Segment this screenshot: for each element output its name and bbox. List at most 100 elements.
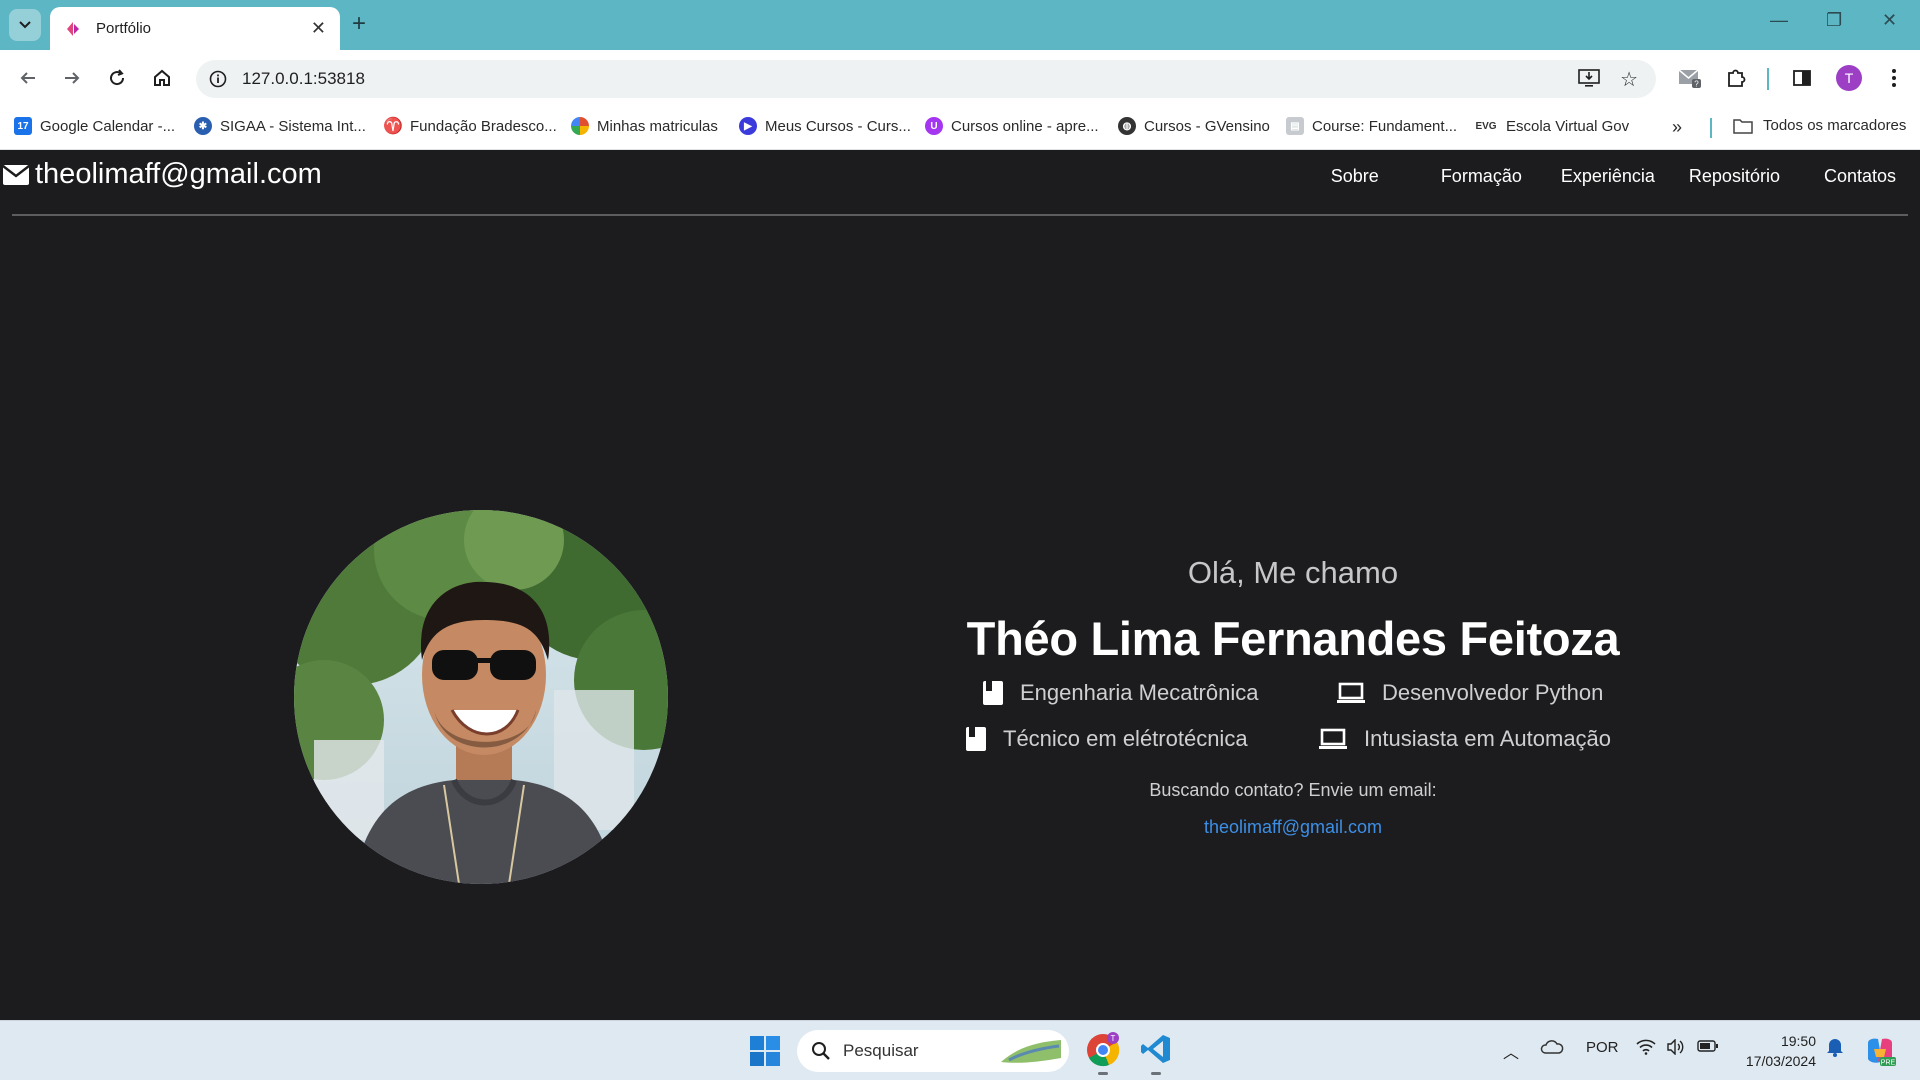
bookmark-meus-cursos[interactable]: ▶ Meus Cursos - Curs...: [739, 117, 911, 135]
bookmark-star-icon[interactable]: ☆: [1620, 67, 1638, 92]
nav-repositorio[interactable]: Repositório: [1689, 166, 1780, 187]
bradesco-icon: ♈: [383, 118, 403, 135]
clock-time: 19:50: [1780, 1033, 1816, 1049]
home-icon[interactable]: [148, 64, 176, 92]
tab-title: Portfólio: [96, 20, 152, 37]
course-icon: ▤: [1286, 117, 1304, 135]
brand-email[interactable]: theolimaff@gmail.com: [2, 158, 322, 191]
bookmark-label: Fundação Bradesco...: [410, 117, 557, 135]
bookmark-sigaa[interactable]: ✱ SIGAA - Sistema Int...: [194, 117, 366, 135]
mail-icon: [2, 164, 30, 185]
profile-photo: [294, 510, 668, 884]
bookmarks-divider: [1710, 118, 1712, 138]
windows-taskbar: Pesquisar T ︿ POR 19:50 17/03/2024 PRE: [0, 1020, 1920, 1080]
onedrive-icon[interactable]: [1540, 1039, 1564, 1059]
bookmark-escola-virtual[interactable]: EVG Escola Virtual Gov: [1474, 117, 1629, 135]
browser-toolbar: 127.0.0.1:53818 ☆ ? T: [0, 50, 1920, 106]
skill-label: Intusiasta em Automação: [1364, 726, 1612, 751]
bookmark-label: Course: Fundament...: [1312, 117, 1458, 135]
vscode-taskbar-icon[interactable]: [1140, 1033, 1172, 1075]
clock-date: 17/03/2024: [1745, 1053, 1816, 1069]
bookmark-cursos-online[interactable]: U Cursos online - apre...: [925, 117, 1099, 135]
tab-search-button[interactable]: [9, 9, 41, 41]
full-name-heading: Théo Lima Fernandes Feitoza: [966, 612, 1620, 665]
brand-email-text: theolimaff@gmail.com: [35, 158, 322, 190]
portfolio-page: theolimaff@gmail.com Sobre Formação Expe…: [0, 150, 1920, 1020]
svg-text:?: ?: [1694, 80, 1699, 89]
skill-label: Engenharia Mecatrônica: [1020, 680, 1259, 705]
bookmark-fundacao-bradesco[interactable]: ♈ Fundação Bradesco...: [383, 117, 557, 136]
skill-item: Técnico em elétrotécnica: [965, 726, 1248, 752]
svg-text:T: T: [1111, 1034, 1116, 1043]
bookmark-google-calendar[interactable]: 17 Google Calendar -...: [14, 117, 175, 135]
toolbar-divider: [1767, 68, 1769, 90]
bookmark-gvensino[interactable]: ◍ Cursos - GVensino: [1118, 117, 1270, 135]
globe-icon: ◍: [1118, 117, 1136, 135]
skills-list: Engenharia Mecatrônica Desenvolvedor Pyt…: [900, 680, 1686, 772]
youtube-icon: ▶: [739, 117, 757, 135]
nav-formacao[interactable]: Formação: [1441, 166, 1522, 187]
wifi-icon[interactable]: [1636, 1039, 1656, 1059]
close-tab-icon[interactable]: ✕: [311, 18, 326, 39]
tab-portfolio[interactable]: Portfólio ✕: [50, 7, 340, 50]
profile-avatar[interactable]: T: [1836, 65, 1862, 91]
reload-icon[interactable]: [103, 64, 131, 92]
portfolio-favicon-icon: [67, 21, 79, 36]
greeting-text: Olá, Me chamo: [1187, 555, 1399, 590]
bookmark-course-fundament[interactable]: ▤ Course: Fundament...: [1286, 117, 1457, 135]
calendar-icon: 17: [14, 117, 32, 135]
more-bookmarks-icon[interactable]: »: [1672, 117, 1682, 138]
chevron-down-icon: [19, 21, 31, 29]
bookmark-label: Cursos - GVensino: [1144, 117, 1270, 135]
url-text: 127.0.0.1:53818: [242, 69, 365, 88]
address-bar[interactable]: 127.0.0.1:53818 ☆: [196, 60, 1656, 98]
matriculas-icon: [571, 117, 589, 135]
bookmark-minhas-matriculas[interactable]: Minhas matriculas: [571, 117, 718, 135]
language-indicator[interactable]: POR: [1586, 1039, 1619, 1056]
skill-label: Desenvolvedor Python: [1382, 680, 1604, 705]
skill-item: Desenvolvedor Python: [1336, 680, 1603, 706]
nav-experiencia[interactable]: Experiência: [1561, 166, 1655, 187]
side-panel-icon[interactable]: [1788, 64, 1816, 92]
bookmark-label: Cursos online - apre...: [951, 117, 1099, 135]
skill-item: Intusiasta em Automação: [1318, 726, 1611, 752]
site-info-icon[interactable]: [204, 65, 232, 93]
extensions-icon[interactable]: [1722, 64, 1750, 92]
minimize-icon[interactable]: —: [1770, 10, 1788, 31]
battery-icon[interactable]: [1697, 1039, 1719, 1057]
bookmark-label: Escola Virtual Gov: [1506, 117, 1630, 135]
all-bookmarks-folder[interactable]: Todos os marcadores: [1733, 117, 1906, 134]
system-clock[interactable]: 19:50 17/03/2024: [1736, 1031, 1816, 1071]
taskbar-search[interactable]: Pesquisar: [797, 1030, 1069, 1072]
volume-icon[interactable]: [1666, 1038, 1686, 1059]
tray-overflow-icon[interactable]: ︿: [1503, 1039, 1519, 1063]
bookmark-label: SIGAA - Sistema Int...: [220, 117, 366, 135]
browser-tabstrip: Portfólio ✕ + — ❐ ✕: [0, 0, 1920, 50]
header-divider: [12, 214, 1908, 216]
evg-icon: EVG: [1475, 120, 1497, 132]
book-icon: [982, 680, 1004, 706]
bookmarks-bar: 17 Google Calendar -... ✱ SIGAA - Sistem…: [0, 106, 1920, 150]
nav-sobre[interactable]: Sobre: [1331, 166, 1379, 187]
close-window-icon[interactable]: ✕: [1882, 10, 1897, 31]
windows-start-icon[interactable]: [750, 1036, 780, 1071]
svg-text:PRE: PRE: [1881, 1060, 1896, 1067]
copilot-icon[interactable]: PRE: [1864, 1035, 1896, 1072]
install-app-icon[interactable]: [1578, 68, 1600, 93]
contact-prompt: Buscando contato? Envie um email:: [1149, 780, 1437, 800]
new-tab-button[interactable]: +: [352, 10, 366, 38]
search-icon: [812, 1042, 830, 1060]
menu-kebab-icon[interactable]: [1880, 64, 1908, 92]
restore-icon[interactable]: ❐: [1826, 10, 1842, 31]
nav-contatos[interactable]: Contatos: [1824, 166, 1896, 187]
book-icon: [965, 726, 987, 752]
chrome-taskbar-icon[interactable]: T: [1085, 1032, 1121, 1075]
forward-icon[interactable]: [58, 64, 86, 92]
contact-email-link[interactable]: theolimaff@gmail.com: [1204, 817, 1382, 838]
bookmark-label: Google Calendar -...: [40, 117, 176, 135]
back-icon[interactable]: [14, 64, 42, 92]
notification-bell-icon[interactable]: [1826, 1037, 1844, 1061]
bookmark-label: Minhas matriculas: [597, 117, 718, 135]
mail-extension-icon[interactable]: ?: [1676, 64, 1704, 92]
udemy-icon: U: [925, 117, 943, 135]
